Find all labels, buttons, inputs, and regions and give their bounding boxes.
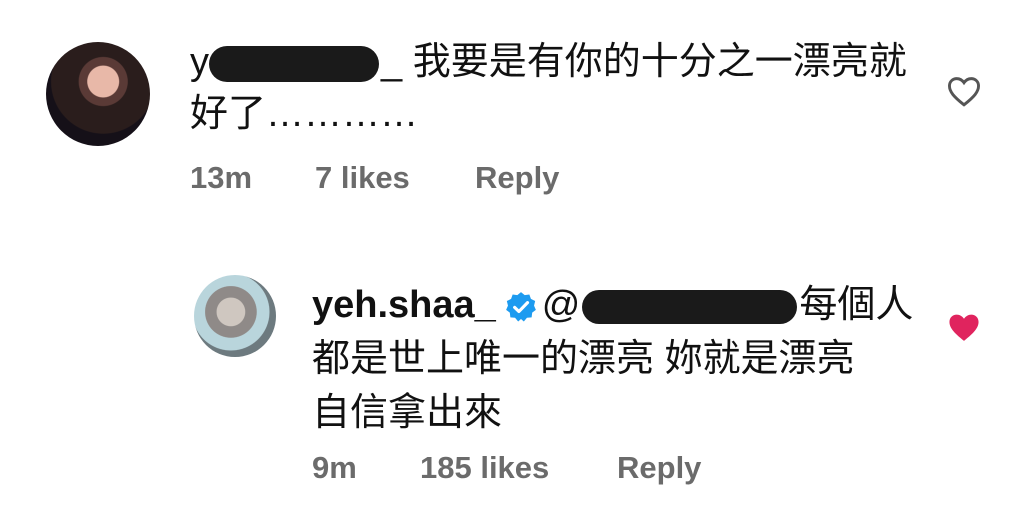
reply-likes[interactable]: 185 likes	[420, 450, 549, 486]
redacted-mention	[582, 289, 798, 324]
reply-text-line3: 自信拿出來	[312, 392, 503, 434]
reply-username[interactable]: yeh.shaa_	[312, 284, 496, 326]
commenter-avatar[interactable]	[46, 42, 150, 146]
comment-time: 13m	[190, 160, 253, 195]
reply-time: 9m	[312, 450, 357, 485]
reply-button[interactable]: Reply	[475, 160, 559, 196]
mention-at[interactable]: @	[542, 284, 581, 326]
reply-text-line2: 都是世上唯一的漂亮 妳就是漂亮	[312, 338, 855, 380]
author-avatar[interactable]	[194, 275, 276, 357]
verified-badge-icon	[505, 292, 536, 322]
comment-text-line2: 好了…………	[190, 93, 419, 135]
heart-filled-icon[interactable]	[946, 311, 982, 343]
comment-body: y _ 我要是有你的十分之一漂亮就 好了…………	[190, 36, 930, 140]
comment-likes[interactable]: 7 likes	[315, 160, 410, 196]
heart-outline-icon[interactable]	[946, 75, 982, 107]
reply-text-line1: 每個人	[799, 284, 914, 326]
reply-reply-button[interactable]: Reply	[617, 450, 701, 486]
reply-body: yeh.shaa_ @ 每個人 都是世上唯一的漂亮 妳就是漂亮 自信拿出來	[312, 278, 932, 440]
comment-username-end[interactable]: _	[381, 41, 402, 83]
comment-text-line1: 我要是有你的十分之一漂亮就	[412, 41, 907, 83]
redacted-username	[209, 45, 379, 82]
comment-username-start[interactable]: y	[190, 41, 209, 83]
